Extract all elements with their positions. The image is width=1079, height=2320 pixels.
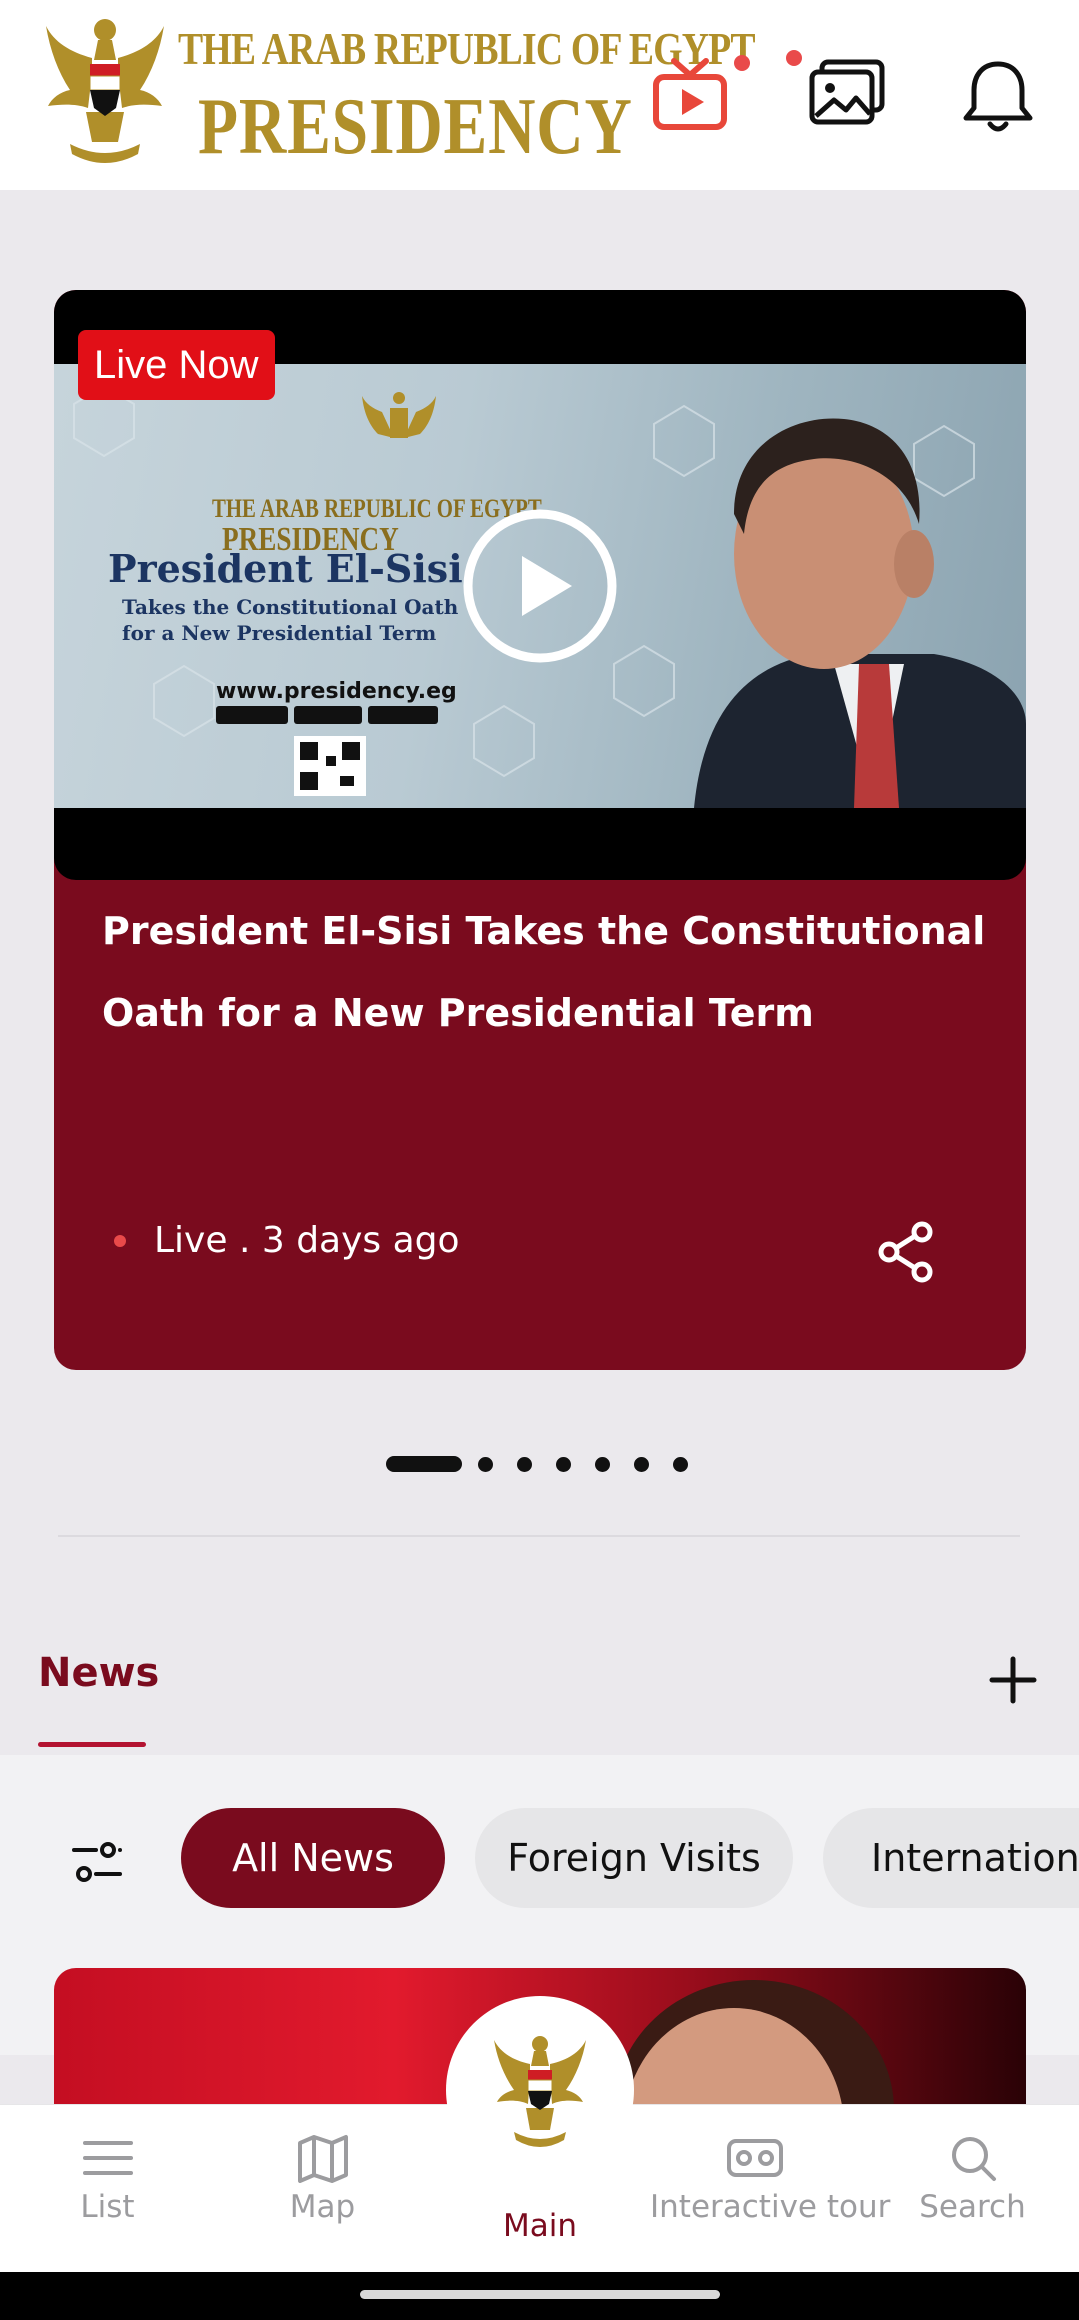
live-video-player[interactable]: THE ARAB REPUBLIC OF EGYPT PRESIDENCY Pr… bbox=[54, 290, 1026, 880]
notifications-button[interactable] bbox=[958, 56, 1038, 136]
logo-title-line2: PRESIDENCY bbox=[198, 83, 633, 171]
video-headline: President El-Sisi bbox=[108, 546, 463, 591]
list-icon bbox=[82, 2141, 133, 2175]
nav-map-label: Map bbox=[289, 2189, 356, 2225]
live-tv-button[interactable] bbox=[652, 55, 732, 135]
live-card-title[interactable]: President El-Sisi Takes the Constitution… bbox=[102, 890, 1002, 1054]
video-url: www.presidency.eg bbox=[216, 679, 457, 704]
filter-sliders-icon[interactable] bbox=[70, 1838, 124, 1886]
presidency-logo[interactable]: THE ARAB REPUBLIC OF EGYPT PRESIDENCY bbox=[40, 12, 756, 182]
chip-international[interactable]: International bbox=[823, 1808, 1079, 1908]
plus-icon[interactable] bbox=[988, 1655, 1038, 1705]
president-portrait bbox=[694, 418, 1026, 808]
nav-list[interactable]: List bbox=[40, 2105, 175, 2273]
pager-dot[interactable] bbox=[634, 1456, 649, 1472]
tv-play-icon bbox=[653, 58, 727, 130]
video-subline-1: Takes the Constitutional Oath bbox=[122, 595, 459, 619]
live-card-meta-text: Live . 3 days ago bbox=[154, 1220, 460, 1261]
app-header: THE ARAB REPUBLIC OF EGYPT PRESIDENCY bbox=[0, 0, 1079, 190]
pager-dot[interactable] bbox=[673, 1456, 688, 1472]
video-subline: Takes the Constitutional Oath for a New … bbox=[122, 594, 458, 646]
pager-dot[interactable] bbox=[517, 1456, 532, 1472]
nav-search-label: Search bbox=[919, 2189, 1026, 2225]
play-icon[interactable] bbox=[462, 508, 618, 664]
emblem-icon bbox=[494, 2036, 586, 2147]
nav-map[interactable]: Map bbox=[255, 2105, 390, 2273]
home-indicator[interactable] bbox=[360, 2290, 720, 2299]
nav-interactive-tour[interactable]: Interactive tour bbox=[650, 2105, 891, 2273]
pager-dot[interactable] bbox=[478, 1456, 493, 1472]
nav-list-label: List bbox=[80, 2189, 135, 2225]
gallery-button[interactable] bbox=[808, 58, 888, 138]
vr-headset-icon bbox=[727, 2139, 783, 2177]
live-card-meta: Live . 3 days ago bbox=[114, 1220, 460, 1261]
app-store-badges bbox=[216, 706, 438, 724]
section-divider bbox=[58, 1535, 1020, 1537]
gallery-indicator-dot bbox=[786, 50, 802, 66]
live-tv-indicator-dot bbox=[734, 55, 750, 71]
pager-dot[interactable] bbox=[556, 1456, 571, 1472]
share-icon[interactable] bbox=[876, 1220, 936, 1284]
eagle-emblem-icon bbox=[46, 19, 164, 163]
qr-code bbox=[294, 736, 366, 796]
nav-search[interactable]: Search bbox=[905, 2105, 1040, 2273]
chip-all-news[interactable]: All News bbox=[181, 1808, 445, 1908]
carousel-pager[interactable] bbox=[386, 1456, 688, 1472]
chip-foreign-visits[interactable]: Foreign Visits bbox=[475, 1808, 793, 1908]
gallery-icon bbox=[809, 59, 885, 125]
nav-main[interactable] bbox=[446, 1996, 634, 2184]
tab-news-indicator bbox=[38, 1742, 146, 1747]
pager-dot[interactable] bbox=[595, 1456, 610, 1472]
map-icon bbox=[297, 2135, 348, 2183]
video-emblem-icon bbox=[362, 392, 436, 438]
nav-interactive-tour-label: Interactive tour bbox=[650, 2189, 891, 2225]
video-subline-2: for a New Presidential Term bbox=[122, 621, 437, 645]
search-icon bbox=[951, 2137, 996, 2181]
live-stream-card[interactable]: THE ARAB REPUBLIC OF EGYPT PRESIDENCY Pr… bbox=[54, 290, 1026, 1370]
nav-main-label[interactable]: Main bbox=[480, 2208, 600, 2244]
bell-icon bbox=[963, 61, 1033, 132]
tab-news[interactable]: News bbox=[38, 1650, 159, 1696]
live-now-badge: Live Now bbox=[78, 330, 275, 400]
live-indicator-dot bbox=[114, 1234, 126, 1247]
pager-dot-active[interactable] bbox=[386, 1456, 462, 1472]
